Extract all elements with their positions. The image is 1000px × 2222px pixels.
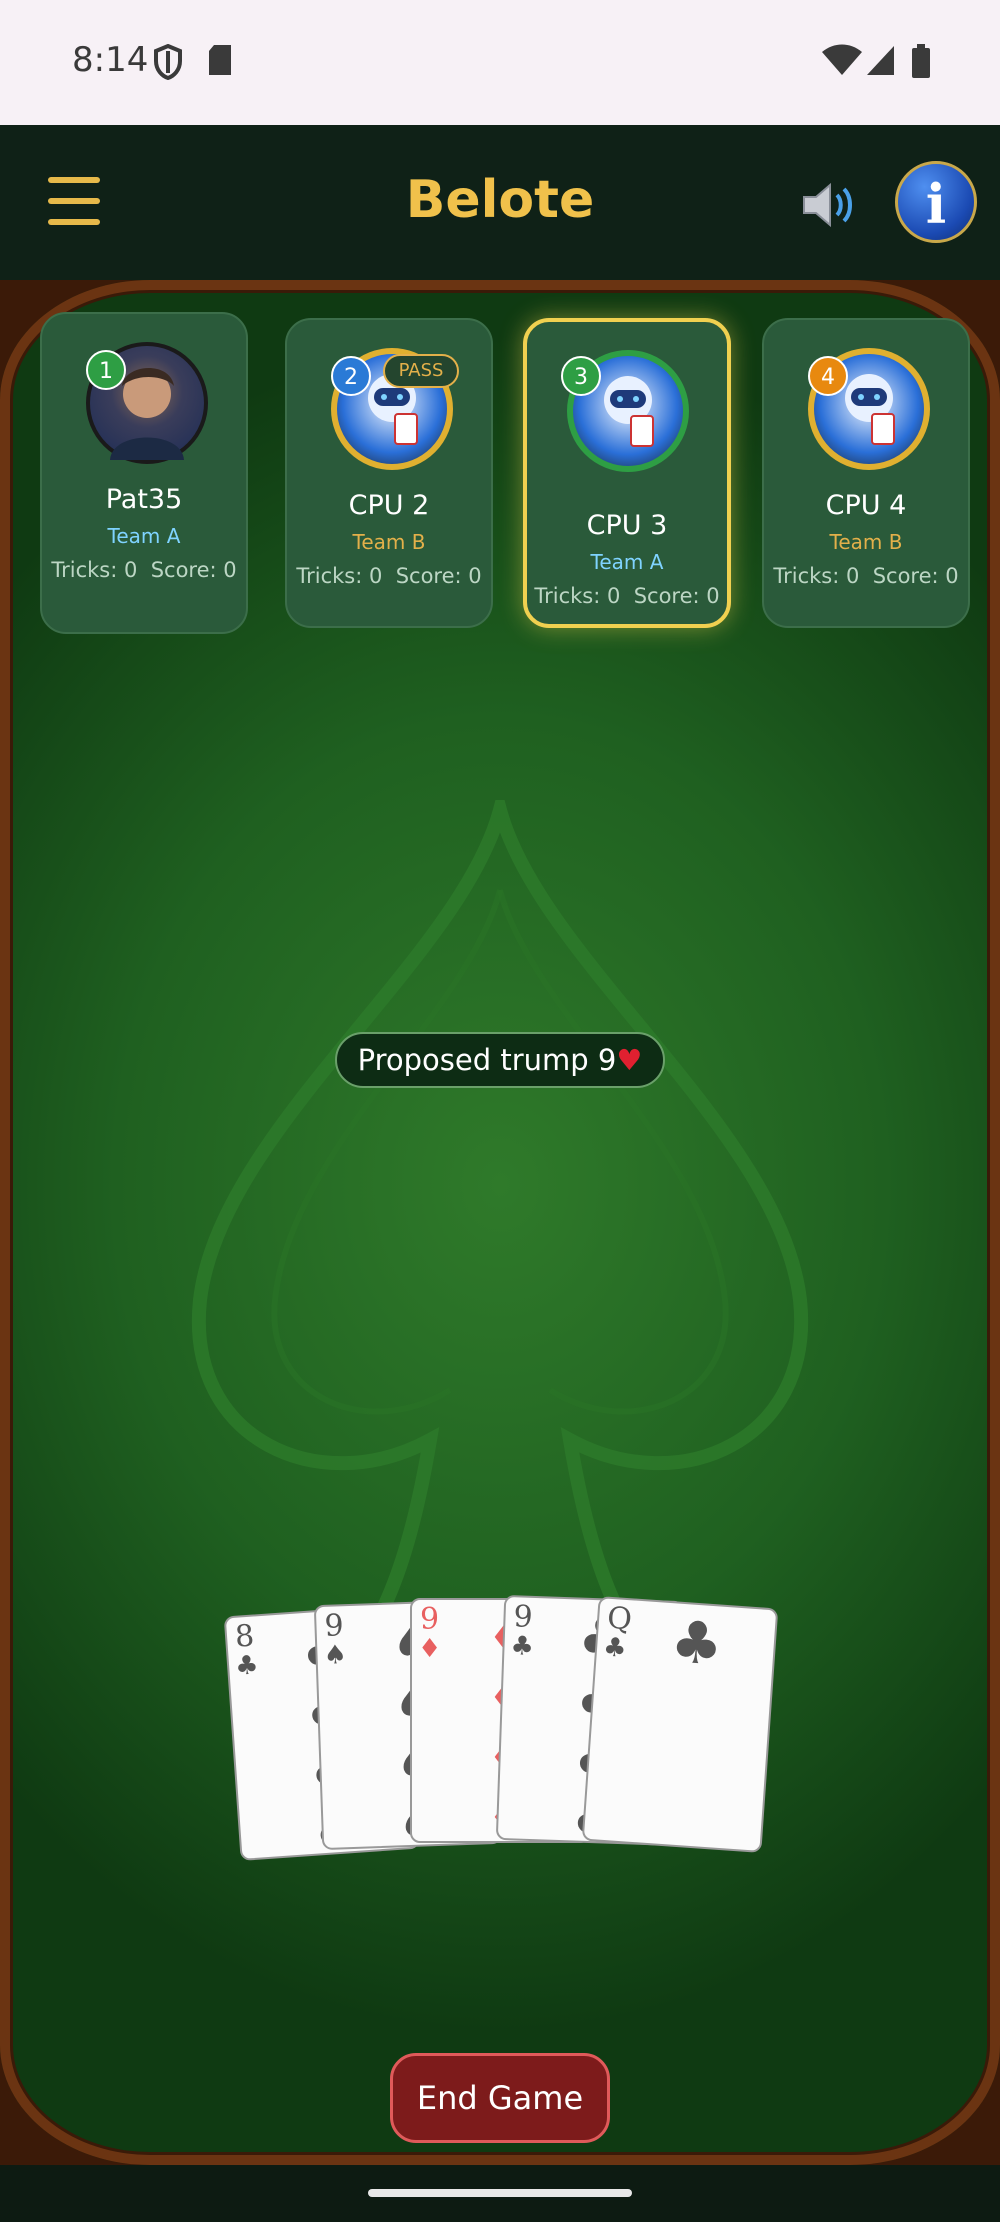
seat-number-badge: 1 (86, 350, 126, 390)
playing-card-Q-4[interactable]: Q ♣ ♣ (581, 1596, 779, 1853)
player-stats: Tricks: 0 Score: 0 (527, 584, 727, 608)
card-rank: 9 (420, 1602, 440, 1637)
proposed-trump-label: Proposed trump 9♥ (335, 1032, 665, 1088)
player-tricks: Tricks: 0 (51, 558, 138, 582)
wifi-icon (822, 44, 862, 75)
card-suit-icon: ♦ (418, 1634, 442, 1664)
player-name: CPU 4 (825, 490, 907, 521)
seat-number-badge: 4 (808, 356, 848, 396)
speaker-icon[interactable] (800, 179, 860, 231)
card-pips: ♣ (668, 1607, 726, 1679)
info-button[interactable]: i (895, 161, 977, 243)
signal-icon (867, 46, 894, 75)
heart-suit-icon: ♥ (616, 1043, 643, 1077)
player-panel-1: 1 Pat35 Team A Tricks: 0 Score: 0 (40, 312, 248, 634)
player-stats: Tricks: 0 Score: 0 (764, 564, 968, 588)
seat-number-badge: 2 (331, 356, 371, 396)
player-team: Team B (352, 530, 426, 554)
card-suit-icon: ♣ (234, 1650, 260, 1682)
player-name: Pat35 (105, 484, 183, 515)
player-name: CPU 2 (348, 490, 430, 521)
player-score: Score: 0 (395, 564, 482, 588)
trump-text: Proposed trump 9 (357, 1043, 617, 1077)
card-suit-icon: ♣ (510, 1631, 535, 1662)
player-tricks: Tricks: 0 (534, 584, 621, 608)
player-name: CPU 3 (586, 510, 668, 541)
player-panel-3-active: 3 CPU 3 Team A Tricks: 0 Score: 0 (523, 318, 731, 628)
seat-number-badge: 3 (561, 356, 601, 396)
player-tricks: Tricks: 0 (773, 564, 860, 588)
home-gesture-handle[interactable] (368, 2189, 632, 2197)
player-stats: Tricks: 0 Score: 0 (42, 558, 246, 582)
card-rank: 8 (233, 1618, 256, 1655)
sd-card-icon (209, 45, 231, 75)
card-suit-icon: ♣ (602, 1632, 628, 1665)
game-table: 1 Pat35 Team A Tricks: 0 Score: 0 2 PASS… (0, 280, 1000, 2165)
system-nav-bar (0, 2165, 1000, 2222)
battery-icon (912, 44, 930, 78)
pass-status-badge: PASS (383, 354, 459, 388)
player-score: Score: 0 (633, 584, 720, 608)
card-rank: Q (606, 1600, 634, 1638)
card-suit-icon: ♠ (323, 1640, 348, 1671)
player-team: Team A (107, 524, 181, 548)
player-panel-2: 2 PASS CPU 2 Team B Tricks: 0 Score: 0 (285, 318, 493, 628)
card-rank: 9 (323, 1608, 345, 1644)
player-stats: Tricks: 0 Score: 0 (287, 564, 491, 588)
status-time: 8:14 (72, 40, 149, 80)
shield-icon (154, 44, 182, 80)
end-game-button[interactable]: End Game (390, 2053, 610, 2143)
player-tricks: Tricks: 0 (296, 564, 383, 588)
player-score: Score: 0 (150, 558, 237, 582)
player-team: Team B (829, 530, 903, 554)
card-rank: 9 (512, 1599, 534, 1635)
player-score: Score: 0 (872, 564, 959, 588)
player-panel-4: 4 CPU 4 Team B Tricks: 0 Score: 0 (762, 318, 970, 628)
player-team: Team A (590, 550, 664, 574)
app-bar: Belote i (0, 125, 1000, 280)
info-icon: i (925, 172, 947, 236)
status-bar: 8:14 (0, 0, 1000, 125)
